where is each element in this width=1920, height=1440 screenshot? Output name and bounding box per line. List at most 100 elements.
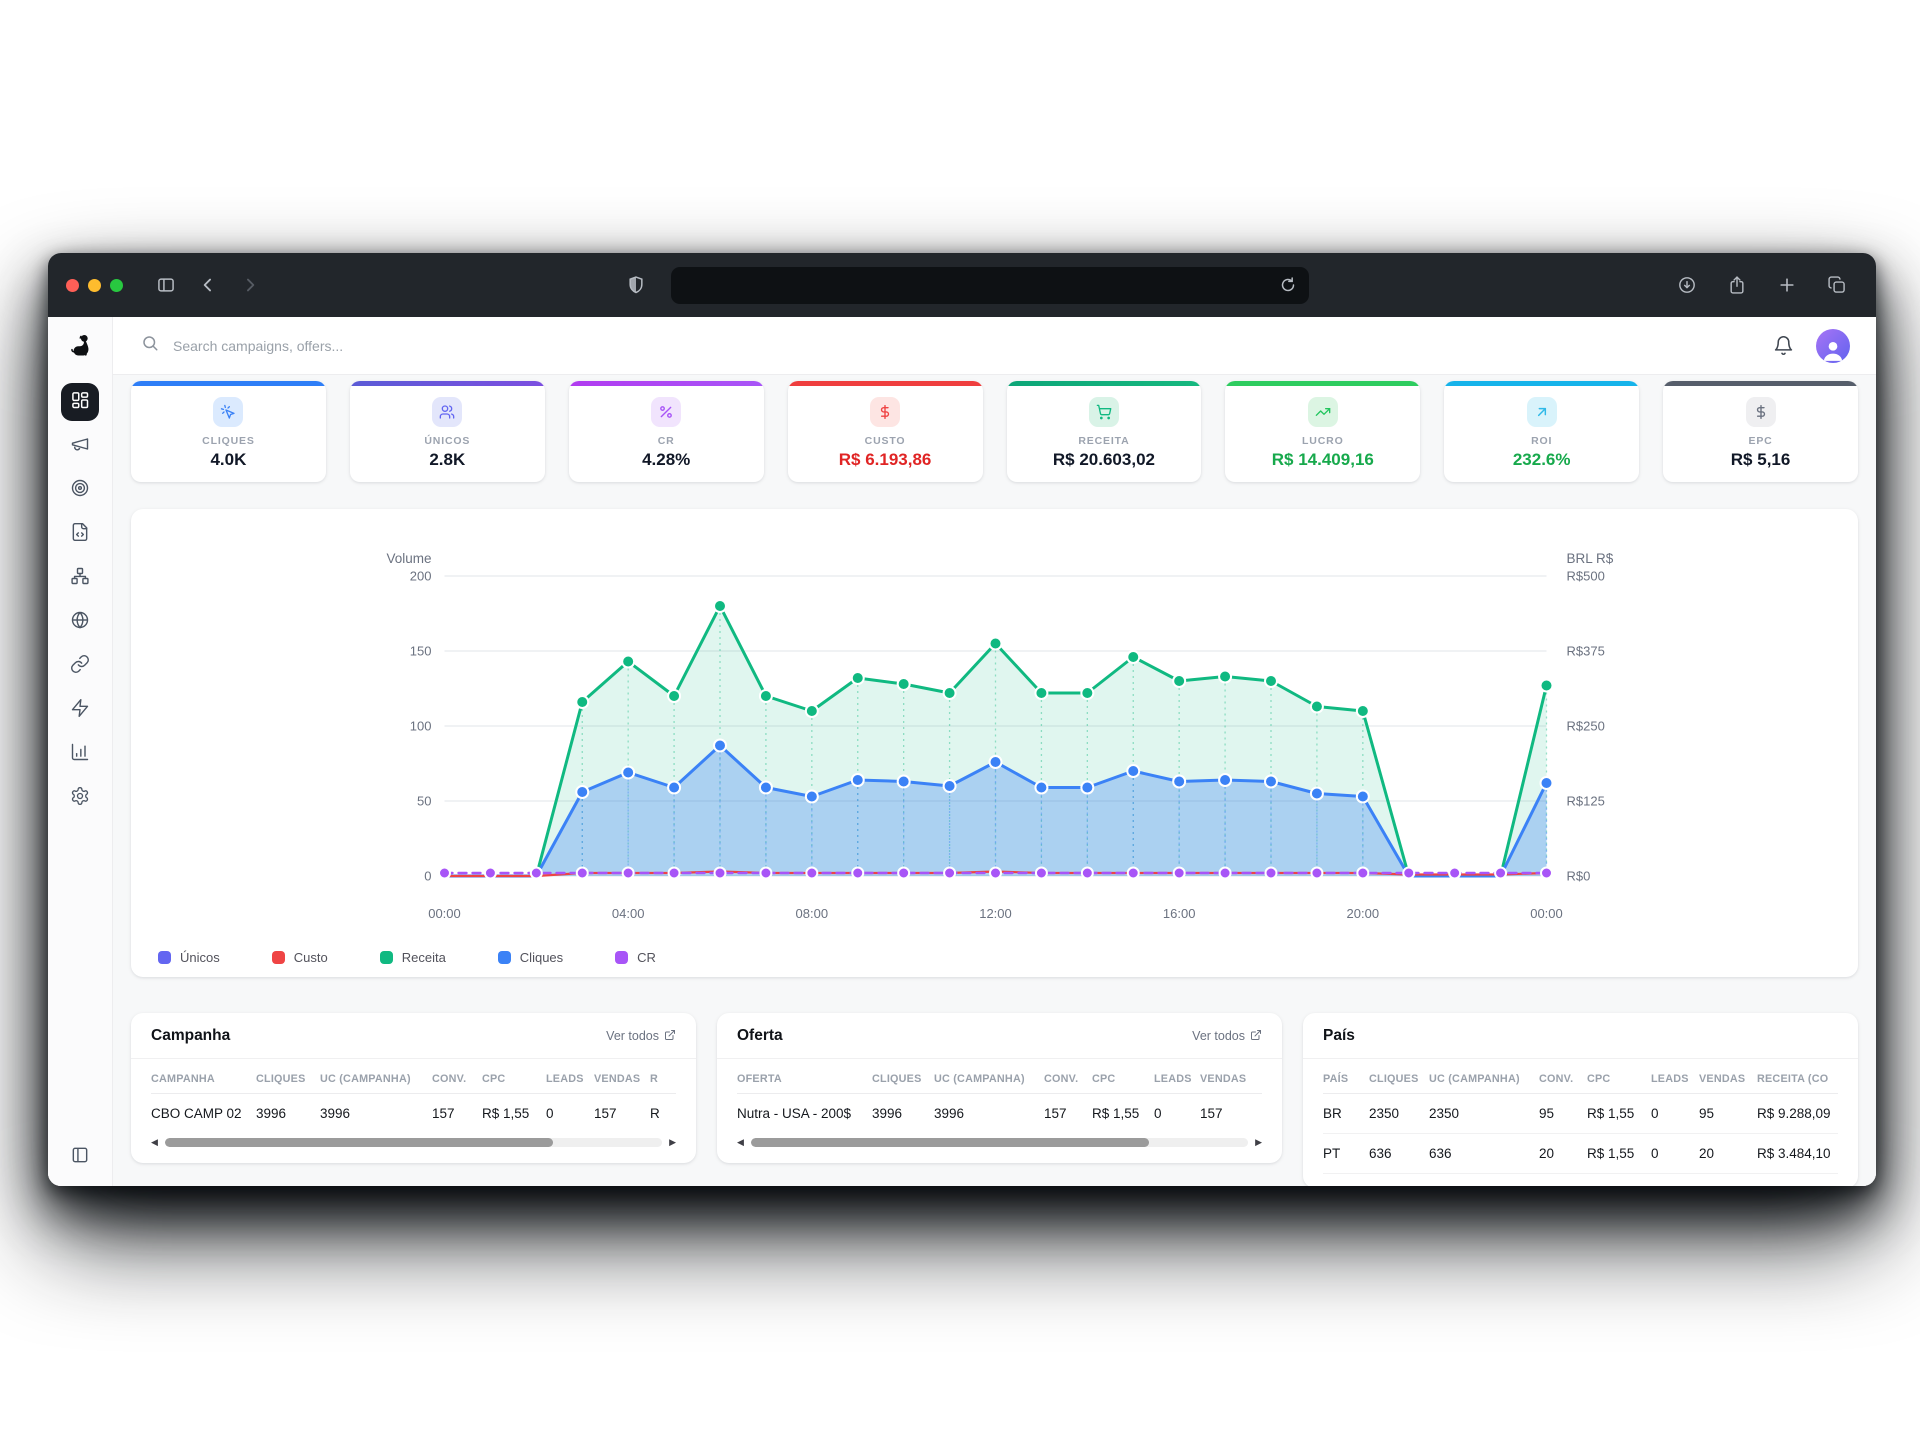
sidebar-item-file-code[interactable] bbox=[61, 515, 99, 553]
sidebar-item-globe[interactable] bbox=[61, 603, 99, 641]
table-row[interactable]: Nutra - USA - 200$39963996157R$ 1,550157 bbox=[737, 1094, 1262, 1133]
downloads-icon[interactable] bbox=[1676, 274, 1698, 296]
new-tab-icon[interactable] bbox=[1776, 274, 1798, 296]
table-cell: R$ 1,55 bbox=[1092, 1094, 1154, 1133]
column-header: CLIQUES bbox=[1369, 1063, 1429, 1093]
legend-item-únicos[interactable]: Únicos bbox=[158, 950, 220, 965]
kpi-value: R$ 5,16 bbox=[1731, 450, 1791, 470]
file-code-icon bbox=[70, 522, 90, 547]
kpi-label: EPC bbox=[1749, 435, 1773, 447]
svg-text:50: 50 bbox=[417, 794, 431, 809]
sidebar-item-zap[interactable] bbox=[61, 691, 99, 729]
table-cell: 3996 bbox=[320, 1094, 432, 1133]
sidebar-item-layout-dashboard[interactable] bbox=[61, 383, 99, 421]
table-row[interactable]: PT63663620R$ 1,55020R$ 3.484,10 bbox=[1323, 1134, 1838, 1174]
url-bar[interactable] bbox=[671, 267, 1309, 304]
table-cell: 95 bbox=[1539, 1094, 1587, 1133]
svg-text:R$0: R$0 bbox=[1567, 869, 1591, 884]
scrollbar-thumb[interactable] bbox=[165, 1138, 553, 1147]
ver-todos-link[interactable]: Ver todos bbox=[1192, 1029, 1262, 1044]
ver-todos-link[interactable]: Ver todos bbox=[606, 1029, 676, 1044]
panel-toggle-icon[interactable] bbox=[70, 1145, 90, 1170]
column-header: LEADS bbox=[546, 1063, 594, 1093]
search-box[interactable] bbox=[141, 334, 515, 357]
svg-text:R$250: R$250 bbox=[1567, 719, 1605, 734]
forward-icon[interactable] bbox=[239, 274, 261, 296]
legend-swatch bbox=[272, 951, 285, 964]
table-title: Oferta bbox=[737, 1027, 783, 1045]
browser-window: CLIQUES4.0KÚNICOS2.8KCR4.28%CUSTOR$ 6.19… bbox=[48, 253, 1876, 1186]
legend-swatch bbox=[158, 951, 171, 964]
kpi-card-lucro[interactable]: LUCROR$ 14.409,16 bbox=[1225, 381, 1420, 482]
table-cell: 157 bbox=[1200, 1094, 1256, 1133]
kpi-card-receita[interactable]: RECEITAR$ 20.603,02 bbox=[1007, 381, 1202, 482]
close-button[interactable] bbox=[66, 279, 79, 292]
desktop: CLIQUES4.0KÚNICOS2.8KCR4.28%CUSTOR$ 6.19… bbox=[0, 0, 1920, 1440]
kpi-value: 4.0K bbox=[210, 450, 246, 470]
kpi-card-únicos[interactable]: ÚNICOS2.8K bbox=[350, 381, 545, 482]
kpi-card-roi[interactable]: ROI232.6% bbox=[1444, 381, 1639, 482]
kpi-card-epc[interactable]: EPC R$ 5,16 bbox=[1663, 381, 1858, 482]
column-header: PAÍS bbox=[1323, 1063, 1369, 1093]
dollar-icon bbox=[1746, 397, 1776, 427]
search-input[interactable] bbox=[171, 337, 515, 355]
legend-item-cliques[interactable]: Cliques bbox=[498, 950, 563, 965]
kpi-card-cliques[interactable]: CLIQUES4.0K bbox=[131, 381, 326, 482]
zoom-button[interactable] bbox=[110, 279, 123, 292]
horizontal-scrollbar[interactable]: ◀▶ bbox=[737, 1138, 1262, 1147]
table-cell: 3996 bbox=[872, 1094, 934, 1133]
back-icon[interactable] bbox=[197, 274, 219, 296]
column-header: VENDAS bbox=[1699, 1063, 1757, 1093]
column-header: VENDAS bbox=[594, 1063, 650, 1093]
table-card-campanha: CampanhaVer todosCAMPANHACLIQUESUC (CAMP… bbox=[131, 1013, 696, 1163]
sidebar-item-settings[interactable] bbox=[61, 779, 99, 817]
app-frame: CLIQUES4.0KÚNICOS2.8KCR4.28%CUSTOR$ 6.19… bbox=[48, 317, 1876, 1186]
notifications-bell-icon[interactable] bbox=[1773, 335, 1794, 356]
svg-text:16:00: 16:00 bbox=[1163, 906, 1196, 921]
sidebar-item-link[interactable] bbox=[61, 647, 99, 685]
reload-icon[interactable] bbox=[1277, 274, 1299, 296]
shield-icon[interactable] bbox=[625, 274, 647, 296]
horizontal-scrollbar[interactable]: ◀▶ bbox=[151, 1138, 676, 1147]
minimize-button[interactable] bbox=[88, 279, 101, 292]
sidebar-item-target[interactable] bbox=[61, 471, 99, 509]
megaphone-icon bbox=[70, 434, 90, 459]
cart-icon bbox=[1089, 397, 1119, 427]
legend-label: CR bbox=[637, 950, 656, 965]
kpi-value: 2.8K bbox=[429, 450, 465, 470]
external-link-icon bbox=[1250, 1029, 1262, 1044]
scroll-right-icon[interactable]: ▶ bbox=[669, 1138, 676, 1147]
share-icon[interactable] bbox=[1726, 274, 1748, 296]
zap-icon bbox=[70, 698, 90, 723]
sidebar-item-network[interactable] bbox=[61, 559, 99, 597]
legend-item-cr[interactable]: CR bbox=[615, 950, 656, 965]
scroll-left-icon[interactable]: ◀ bbox=[151, 1138, 158, 1147]
sidebar-item-bar-chart[interactable] bbox=[61, 735, 99, 773]
kpi-label: ROI bbox=[1531, 435, 1552, 447]
scrollbar-thumb[interactable] bbox=[751, 1138, 1149, 1147]
legend-item-receita[interactable]: Receita bbox=[380, 950, 446, 965]
dog-logo[interactable] bbox=[48, 317, 112, 374]
kpi-label: RECEITA bbox=[1078, 435, 1129, 447]
external-link-icon bbox=[664, 1029, 676, 1044]
scroll-right-icon[interactable]: ▶ bbox=[1255, 1138, 1262, 1147]
svg-text:150: 150 bbox=[410, 644, 432, 659]
table-cell: 157 bbox=[1044, 1094, 1092, 1133]
target-icon bbox=[70, 478, 90, 503]
kpi-card-cr[interactable]: CR4.28% bbox=[569, 381, 764, 482]
table-row[interactable]: CBO CAMP 0239963996157R$ 1,550157R bbox=[151, 1094, 676, 1133]
sidebar-item-megaphone[interactable] bbox=[61, 427, 99, 465]
browser-sidebar-toggle-icon[interactable] bbox=[155, 274, 177, 296]
legend-item-custo[interactable]: Custo bbox=[272, 950, 328, 965]
svg-text:200: 200 bbox=[410, 569, 432, 584]
user-avatar[interactable] bbox=[1816, 329, 1850, 363]
traffic-chart-svg: 0R$050R$125100R$250150R$375200R$500Volum… bbox=[131, 523, 1858, 943]
tab-overview-icon[interactable] bbox=[1826, 274, 1848, 296]
column-header: UC (CAMPANHA) bbox=[1429, 1063, 1539, 1093]
kpi-card-custo[interactable]: CUSTOR$ 6.193,86 bbox=[788, 381, 983, 482]
column-header: UC (CAMPANHA) bbox=[320, 1063, 432, 1093]
column-header: LEADS bbox=[1651, 1063, 1699, 1093]
table-row[interactable]: BR2350235095R$ 1,55095R$ 9.288,09 bbox=[1323, 1094, 1838, 1134]
svg-text:R$125: R$125 bbox=[1567, 794, 1605, 809]
scroll-left-icon[interactable]: ◀ bbox=[737, 1138, 744, 1147]
